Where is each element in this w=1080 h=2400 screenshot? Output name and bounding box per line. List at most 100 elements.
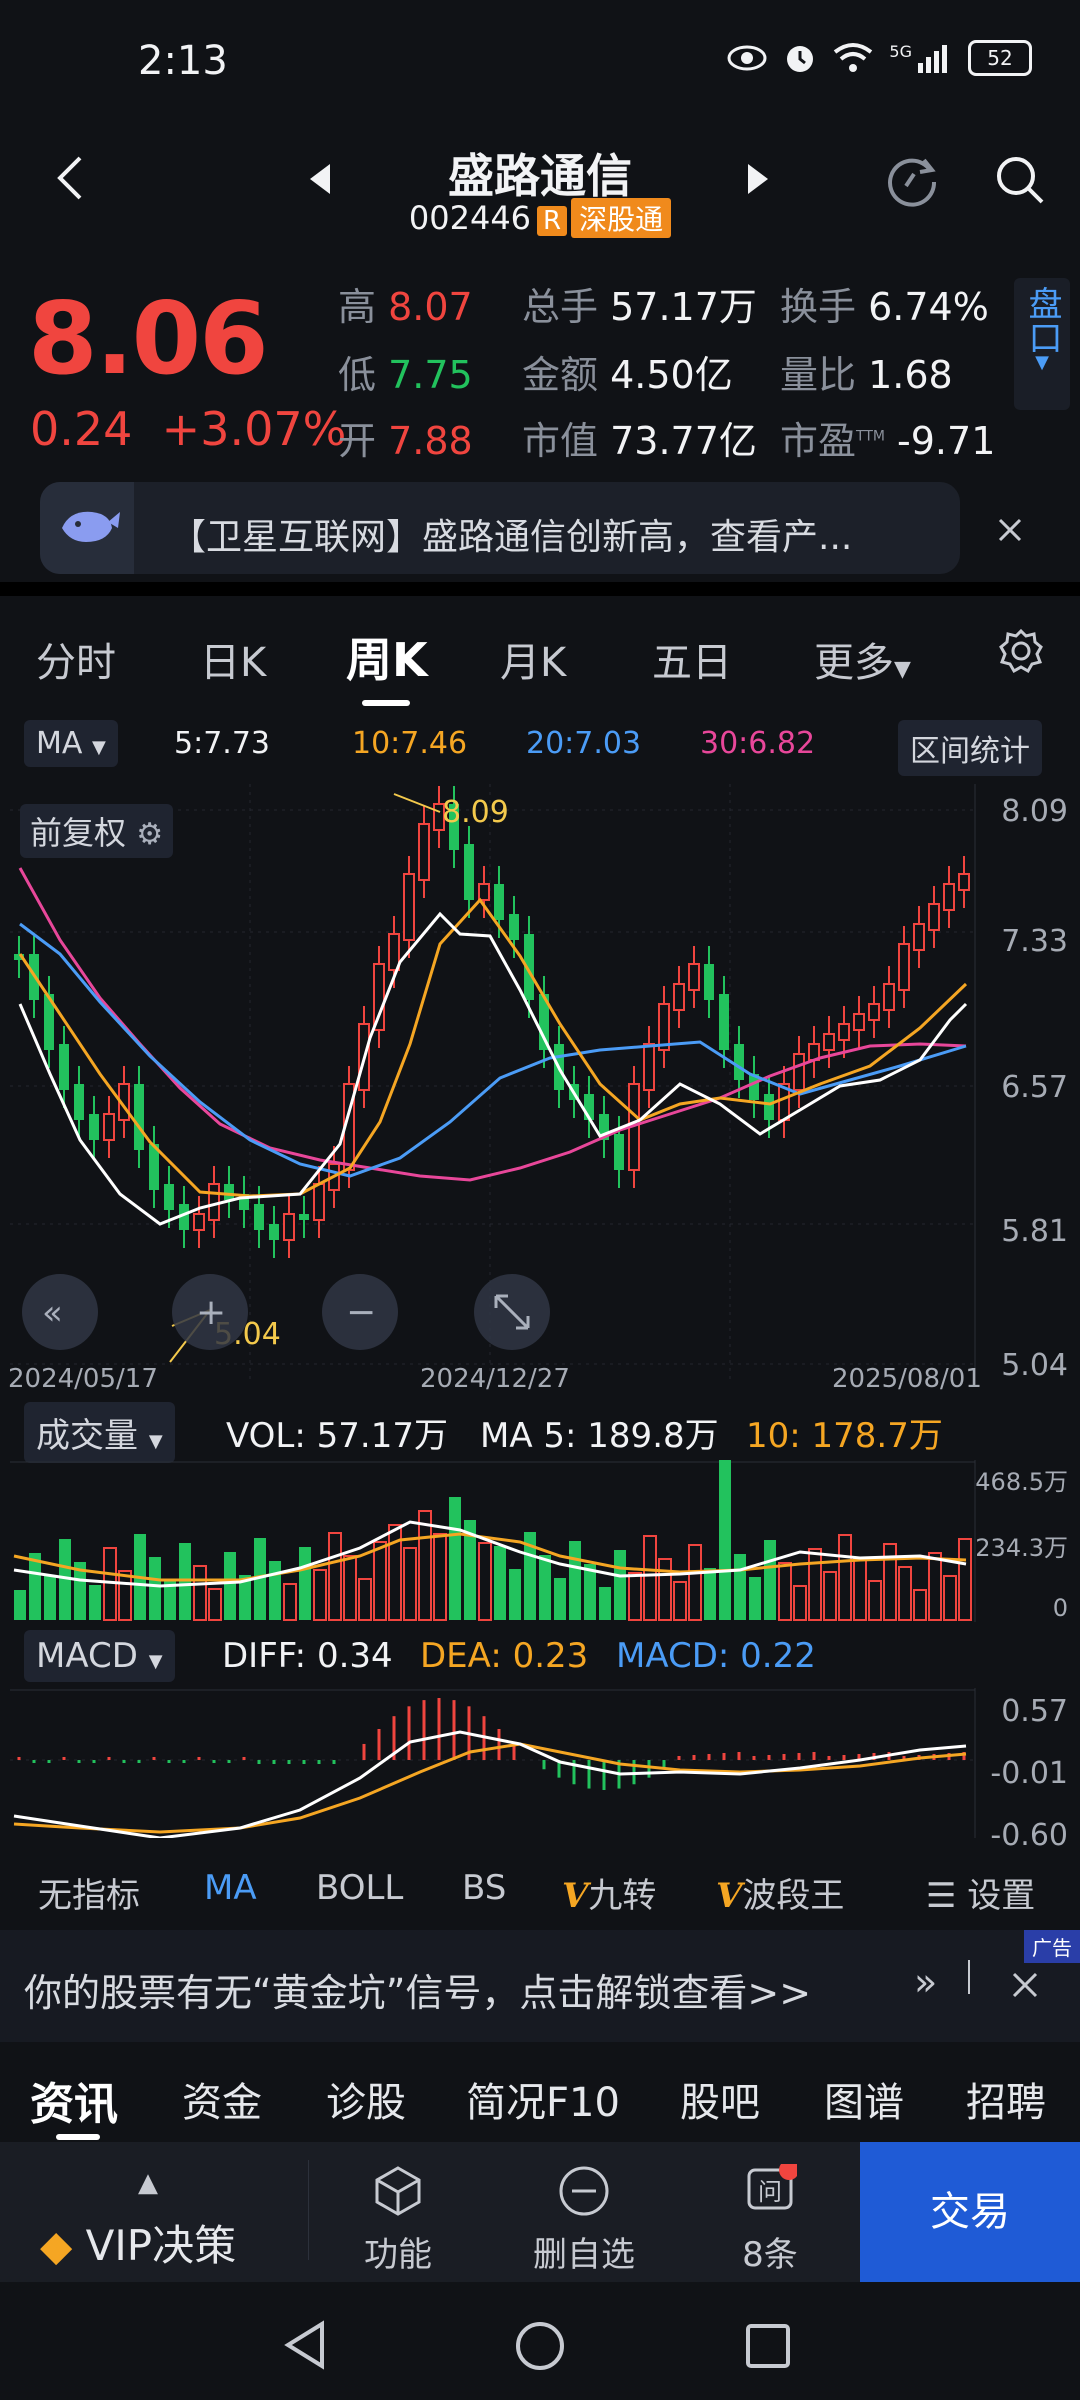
adjust-settings-icon: ⚙ bbox=[136, 817, 164, 852]
stock-header: 盛路通信 002446 R 深股通 bbox=[0, 130, 1080, 250]
info-tab-f10[interactable]: 简况F10 bbox=[466, 2070, 620, 2128]
indicator-ma[interactable]: MA bbox=[204, 1868, 257, 1908]
nav-recents-icon[interactable] bbox=[744, 2322, 792, 2370]
trade-button[interactable]: 交易 bbox=[860, 2142, 1080, 2282]
pankou-button[interactable]: 盘口 ▼ bbox=[1014, 278, 1070, 410]
vol-tick: 0 bbox=[1052, 1594, 1068, 1622]
refresh-icon[interactable] bbox=[884, 152, 940, 208]
system-nav-bar bbox=[0, 2282, 1080, 2400]
info-tab-forum[interactable]: 股吧 bbox=[680, 2070, 760, 2128]
volume-bar bbox=[778, 1562, 792, 1621]
stock-code: 002446 bbox=[408, 199, 532, 237]
candle-body bbox=[853, 1013, 865, 1031]
volume-selector[interactable]: 成交量 ▼ bbox=[24, 1402, 175, 1463]
nav-back-icon[interactable] bbox=[282, 2320, 328, 2370]
vip-button[interactable]: ◆ VIP决策 bbox=[40, 2212, 236, 2273]
candle-body bbox=[299, 1214, 309, 1220]
ad-close-icon[interactable] bbox=[1012, 1972, 1038, 1998]
volume-bar bbox=[208, 1588, 222, 1621]
close-news-icon[interactable] bbox=[998, 518, 1022, 542]
volume-bar bbox=[343, 1555, 357, 1621]
vip-label: VIP决策 bbox=[85, 2221, 237, 2270]
range-stats-button[interactable]: 区间统计 bbox=[898, 720, 1042, 776]
macd-selector[interactable]: MACD ▼ bbox=[24, 1630, 175, 1682]
v-icon: V bbox=[562, 1876, 589, 1916]
info-tab-graph[interactable]: 图谱 bbox=[824, 2070, 904, 2128]
quote-panel: 8.06 0.24 +3.07% 高 8.07 低 7.75 开 7.88 总手… bbox=[0, 260, 1080, 470]
indicator-bs[interactable]: BS bbox=[462, 1868, 506, 1908]
zoom-out-glyph: − bbox=[346, 1292, 376, 1333]
y-tick: 5.04 bbox=[1001, 1348, 1068, 1383]
info-tab-jobs[interactable]: 招聘 bbox=[966, 2070, 1046, 2128]
macd-diff: DIFF: 0.34 bbox=[222, 1636, 393, 1676]
nav-home-icon[interactable] bbox=[514, 2320, 566, 2372]
ad-banner[interactable]: 你的股票有无“黄金坑”信号，点击解锁查看>> 广告 » bbox=[0, 1930, 1080, 2042]
info-tab-funds[interactable]: 资金 bbox=[182, 2070, 262, 2128]
chart-settings-icon[interactable] bbox=[998, 628, 1044, 674]
candle-body bbox=[464, 844, 474, 900]
search-icon[interactable] bbox=[994, 154, 1046, 206]
remove-watchlist-button[interactable]: 删自选 bbox=[524, 2164, 644, 2276]
indicator-none[interactable]: 无指标 bbox=[38, 1868, 140, 1917]
function-button[interactable]: 功能 bbox=[348, 2164, 448, 2276]
volume-bar bbox=[89, 1585, 101, 1620]
tab-more[interactable]: 更多▼ bbox=[814, 630, 911, 688]
quote-vol-ratio: 量比 1.68 bbox=[780, 344, 953, 399]
volume-bar bbox=[599, 1587, 611, 1620]
ad-tag: 广告 bbox=[1024, 1930, 1080, 1963]
macd-selector-label: MACD bbox=[36, 1636, 138, 1676]
volume-bar bbox=[868, 1580, 882, 1621]
mcap-label: 市值 bbox=[522, 419, 599, 463]
messages-button[interactable]: 问 8条 bbox=[720, 2160, 820, 2276]
tab-five-day[interactable]: 五日 bbox=[652, 630, 732, 688]
kline-chart[interactable]: 8.09 5.04 « + − bbox=[0, 784, 1080, 1392]
candle-body bbox=[193, 1213, 205, 1231]
candle-body bbox=[883, 983, 895, 1011]
indicator-boduanwang-label: 波段王 bbox=[742, 1876, 845, 1916]
indicator-settings[interactable]: ☰ 设置 bbox=[926, 1868, 1035, 1917]
candle-body bbox=[59, 1044, 69, 1090]
ma30-value: 30:6.82 bbox=[700, 726, 816, 761]
adjust-button[interactable]: 前复权 ⚙ bbox=[20, 804, 174, 858]
ma20-value: 20:7.03 bbox=[526, 726, 642, 761]
tab-weekly-k[interactable]: 周K bbox=[346, 624, 428, 690]
indicator-boll[interactable]: BOLL bbox=[316, 1868, 403, 1908]
volume-bar bbox=[373, 1541, 387, 1621]
news-banner[interactable]: 【卫星互联网】盛路通信创新高，查看产... bbox=[40, 482, 960, 574]
tab-monthly-k[interactable]: 月K bbox=[500, 630, 566, 688]
volume-bar bbox=[628, 1572, 642, 1621]
volume-bar bbox=[328, 1532, 342, 1621]
volume-bar bbox=[299, 1547, 311, 1620]
vol-ma10: 10: 178.7万 bbox=[746, 1416, 943, 1456]
date-label: 2024/05/17 bbox=[8, 1364, 158, 1394]
volume-bar bbox=[269, 1561, 281, 1620]
next-stock-icon[interactable] bbox=[746, 164, 768, 194]
ad-forward-icon[interactable]: » bbox=[914, 1960, 937, 2004]
y-tick: 5.81 bbox=[1001, 1214, 1068, 1249]
ma-selector[interactable]: MA ▼ bbox=[24, 720, 118, 767]
volume-bar bbox=[313, 1569, 327, 1621]
candle-body bbox=[224, 1184, 234, 1200]
status-bar: 2:13 5G 52 bbox=[0, 0, 1080, 130]
v-icon: V bbox=[716, 1876, 743, 1916]
info-tab-diagnose[interactable]: 诊股 bbox=[326, 2070, 406, 2128]
tab-daily-k[interactable]: 日K bbox=[200, 630, 266, 688]
macd-caret-icon: ▼ bbox=[148, 1651, 163, 1672]
period-tabs: 分时 日K 周K 月K 五日 更多▼ bbox=[0, 600, 1080, 710]
tab-intraday[interactable]: 分时 bbox=[36, 630, 116, 688]
bottom-divider bbox=[308, 2160, 309, 2260]
pe-ttm: TTM bbox=[856, 428, 885, 445]
date-label: 2025/08/01 bbox=[832, 1364, 982, 1394]
quote-amount: 金额 4.50亿 bbox=[522, 344, 733, 399]
info-tab-news[interactable]: 资讯 bbox=[30, 2068, 118, 2132]
volume-value: 57.17万 bbox=[610, 285, 757, 329]
expand-up-icon[interactable]: ▲ bbox=[138, 2168, 158, 2198]
volume-bar bbox=[118, 1570, 132, 1621]
quote-high: 高 8.07 bbox=[338, 276, 473, 331]
indicator-jiuzhuan[interactable]: V九转 bbox=[562, 1868, 656, 1917]
candle-body bbox=[89, 1114, 99, 1140]
diamond-icon: ◆ bbox=[40, 2221, 73, 2270]
volume-bar bbox=[823, 1571, 837, 1621]
y-tick: 7.33 bbox=[1001, 924, 1068, 959]
indicator-boduanwang[interactable]: V波段王 bbox=[716, 1868, 844, 1917]
